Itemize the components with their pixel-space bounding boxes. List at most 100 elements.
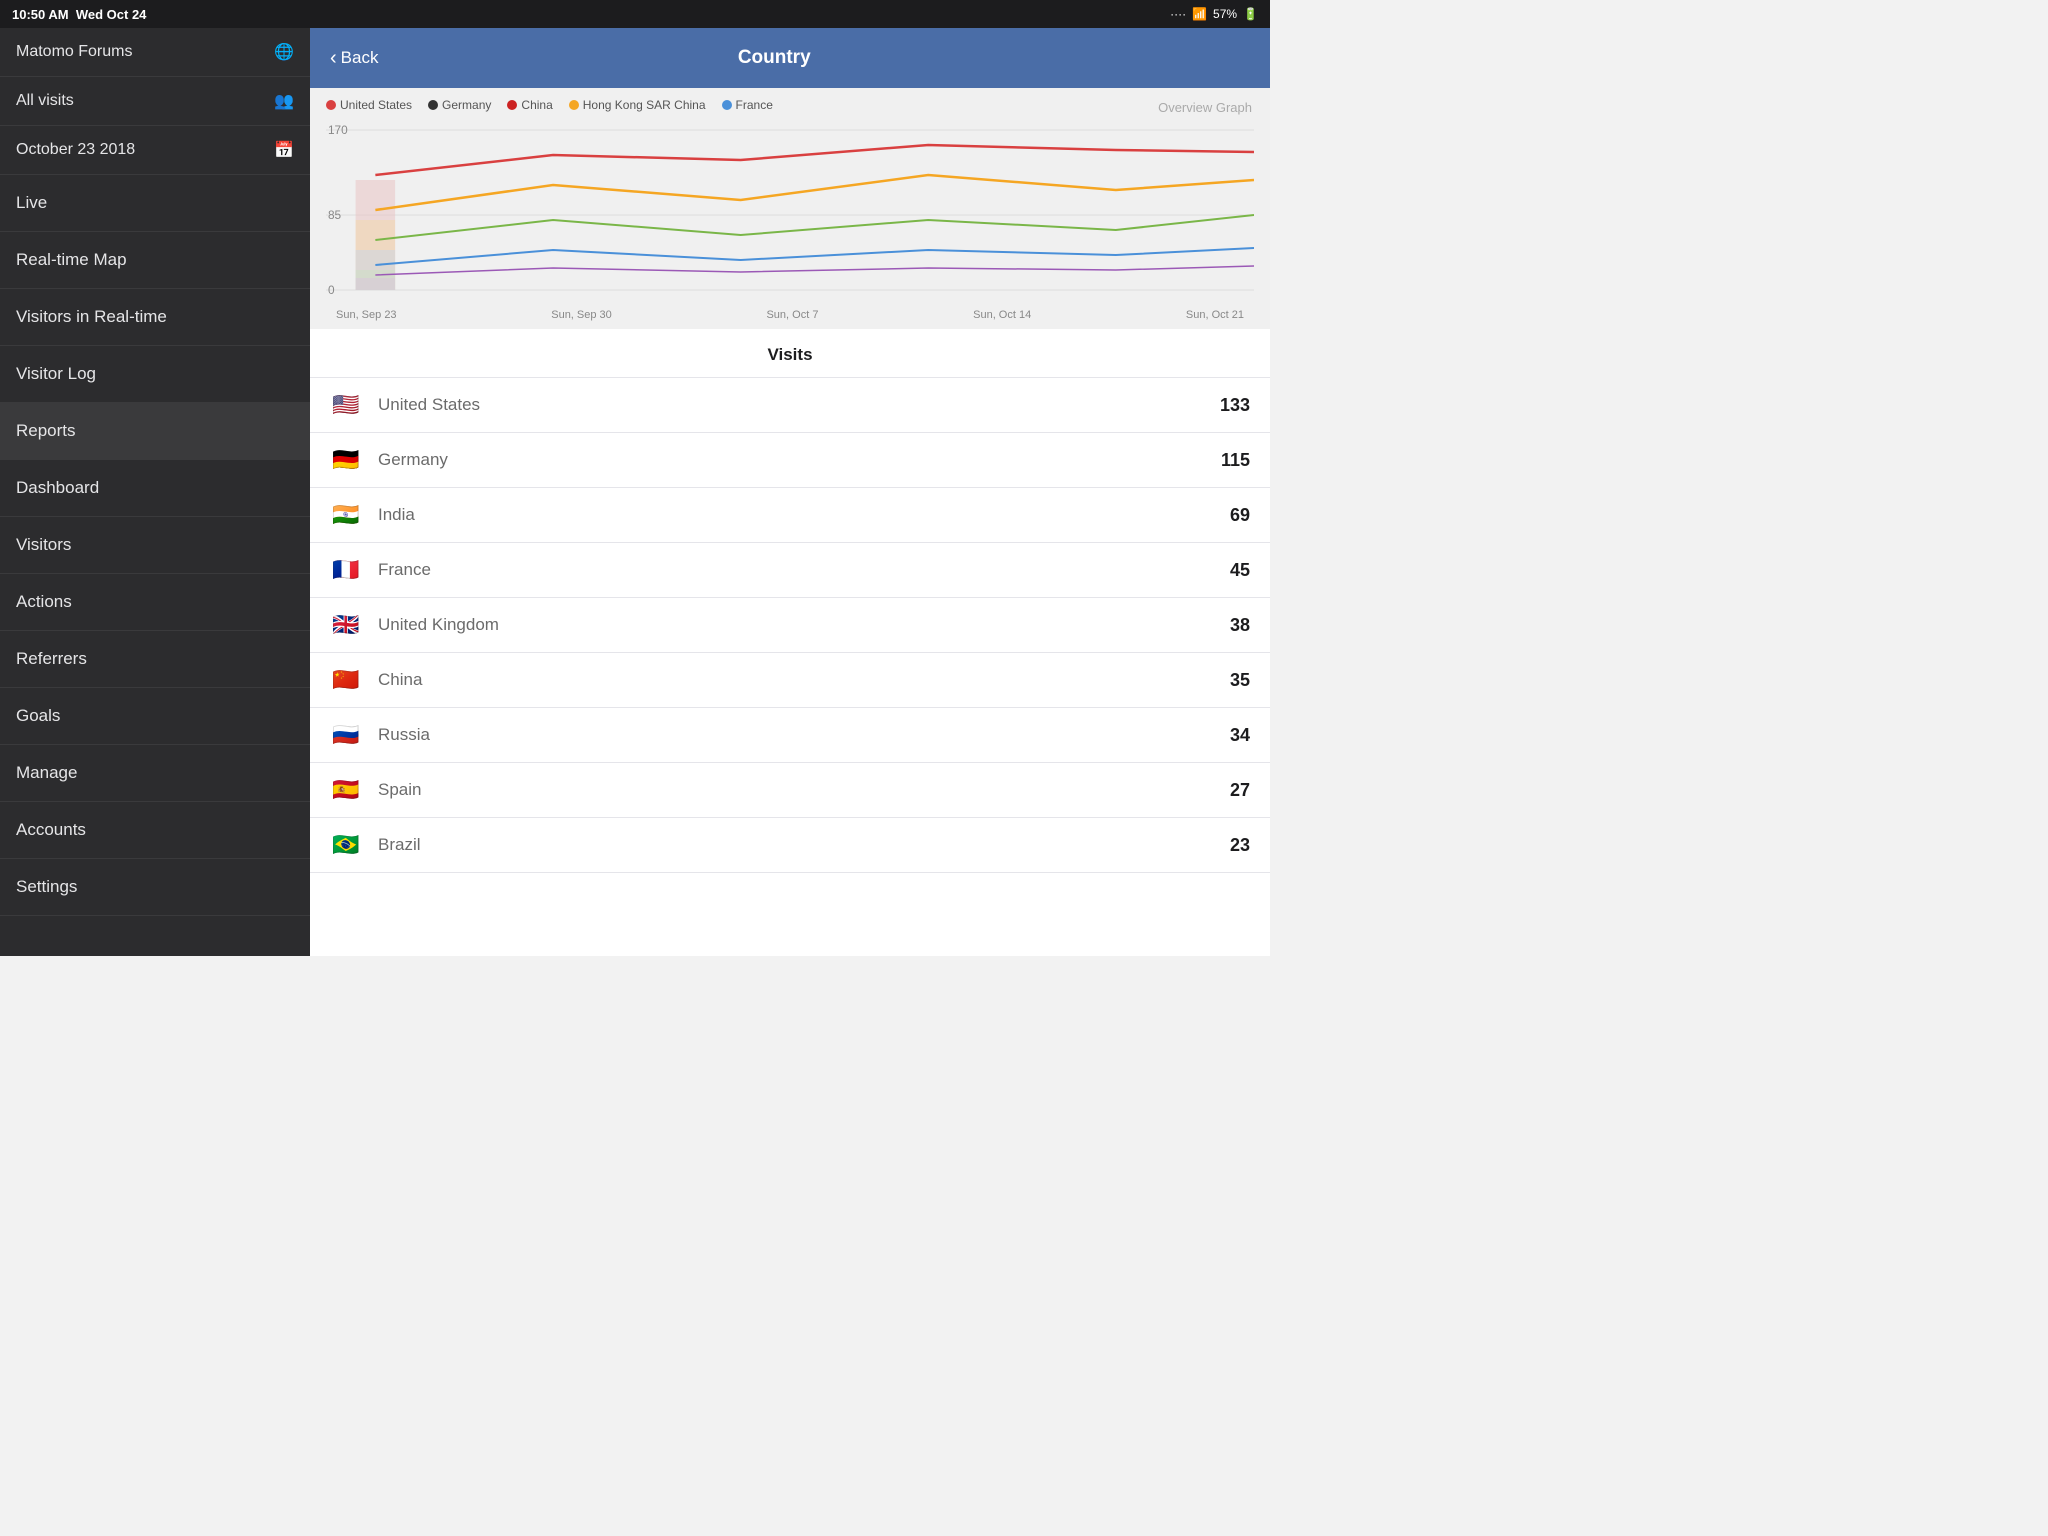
battery-level: 57% <box>1213 7 1237 21</box>
country-row-us[interactable]: 🇺🇸 United States 133 <box>310 378 1270 433</box>
svg-text:170: 170 <box>328 123 348 137</box>
country-rows: 🇺🇸 United States 133 🇩🇪 Germany 115 🇮🇳 I… <box>310 378 1270 873</box>
calendar-icon: 📅 <box>274 140 294 160</box>
country-name-es: Spain <box>378 780 1230 800</box>
date-label: October 23 2018 <box>16 141 135 159</box>
flag-in: 🇮🇳 <box>330 504 362 526</box>
status-bar: 10:50 AM Wed Oct 24 ···· 📶 57% 🔋 <box>0 0 1270 28</box>
sidebar-item-visitor-log[interactable]: Visitor Log <box>0 346 310 403</box>
sidebar-item-visitors[interactable]: Visitors <box>0 517 310 574</box>
visits-header: Visits <box>310 329 1270 378</box>
wifi-icon: 📶 <box>1192 7 1207 21</box>
country-list: Visits 🇺🇸 United States 133 🇩🇪 Germany 1… <box>310 329 1270 956</box>
flag-ru: 🇷🇺 <box>330 724 362 746</box>
segment-label: All visits <box>16 92 74 110</box>
content-area: ‹ Back Country Overview Graph United Sta… <box>310 28 1270 956</box>
flag-br: 🇧🇷 <box>330 834 362 856</box>
country-row-es[interactable]: 🇪🇸 Spain 27 <box>310 763 1270 818</box>
legend-item-hk: Hong Kong SAR China <box>569 98 706 112</box>
country-name-gb: United Kingdom <box>378 615 1230 635</box>
country-row-cn[interactable]: 🇨🇳 China 35 <box>310 653 1270 708</box>
legend-dot-de <box>428 100 438 110</box>
status-time: 10:50 AM Wed Oct 24 <box>12 7 146 22</box>
country-row-gb[interactable]: 🇬🇧 United Kingdom 38 <box>310 598 1270 653</box>
chevron-left-icon: ‹ <box>330 47 337 70</box>
chart-x-label: Sun, Oct 7 <box>766 309 818 321</box>
country-visits-ru: 34 <box>1230 725 1250 746</box>
chart-x-label: Sun, Oct 14 <box>973 309 1031 321</box>
sidebar-item-dashboard[interactable]: Dashboard <box>0 460 310 517</box>
chart-svg: 170 85 0 <box>326 120 1254 305</box>
legend-dot-cn <box>507 100 517 110</box>
legend-item-us: United States <box>326 98 412 112</box>
back-button[interactable]: ‹ Back <box>330 47 378 70</box>
legend-label-cn: China <box>521 98 552 112</box>
country-name-cn: China <box>378 670 1230 690</box>
chart-container: Overview Graph United States Germany China… <box>310 88 1270 329</box>
flag-fr: 🇫🇷 <box>330 559 362 581</box>
sidebar: Matomo Forums 🌐 All visits 👥 October 23 … <box>0 28 310 956</box>
app-name: Matomo Forums <box>16 43 132 61</box>
country-name-de: Germany <box>378 450 1221 470</box>
legend-label-fr: France <box>736 98 773 112</box>
country-row-ru[interactable]: 🇷🇺 Russia 34 <box>310 708 1270 763</box>
legend-dot-fr <box>722 100 732 110</box>
sidebar-item-actions[interactable]: Actions <box>0 574 310 631</box>
country-visits-in: 69 <box>1230 505 1250 526</box>
country-visits-fr: 45 <box>1230 560 1250 581</box>
sidebar-item-visitors-realtime[interactable]: Visitors in Real-time <box>0 289 310 346</box>
legend-label-de: Germany <box>442 98 491 112</box>
country-name-ru: Russia <box>378 725 1230 745</box>
sidebar-item-goals[interactable]: Goals <box>0 688 310 745</box>
legend-label-us: United States <box>340 98 412 112</box>
country-row-in[interactable]: 🇮🇳 India 69 <box>310 488 1270 543</box>
flag-gb: 🇬🇧 <box>330 614 362 636</box>
flag-us: 🇺🇸 <box>330 394 362 416</box>
svg-text:85: 85 <box>328 208 342 222</box>
status-right: ···· 📶 57% 🔋 <box>1170 7 1258 21</box>
segment-selector[interactable]: All visits 👥 <box>0 77 310 126</box>
sidebar-nav: LiveReal-time MapVisitors in Real-timeVi… <box>0 175 310 916</box>
sidebar-item-settings[interactable]: Settings <box>0 859 310 916</box>
country-name-in: India <box>378 505 1230 525</box>
country-visits-us: 133 <box>1220 395 1250 416</box>
flag-de: 🇩🇪 <box>330 449 362 471</box>
globe-icon: 🌐 <box>274 42 294 62</box>
flag-es: 🇪🇸 <box>330 779 362 801</box>
back-label: Back <box>341 48 379 68</box>
country-name-us: United States <box>378 395 1220 415</box>
country-row-br[interactable]: 🇧🇷 Brazil 23 <box>310 818 1270 873</box>
legend-dot-us <box>326 100 336 110</box>
country-name-br: Brazil <box>378 835 1230 855</box>
legend-item-fr: France <box>722 98 773 112</box>
sidebar-item-manage[interactable]: Manage <box>0 745 310 802</box>
sidebar-item-live[interactable]: Live <box>0 175 310 232</box>
country-visits-de: 115 <box>1221 450 1250 471</box>
top-bar: ‹ Back Country <box>310 28 1270 88</box>
chart-legend: United States Germany China Hong Kong SAR C… <box>326 98 1254 112</box>
app-selector[interactable]: Matomo Forums 🌐 <box>0 28 310 77</box>
people-icon: 👥 <box>274 91 294 111</box>
country-visits-gb: 38 <box>1230 615 1250 636</box>
legend-item-cn: China <box>507 98 552 112</box>
date-selector[interactable]: October 23 2018 📅 <box>0 126 310 175</box>
chart-x-label: Sun, Sep 30 <box>551 309 612 321</box>
sidebar-item-realtime-map[interactable]: Real-time Map <box>0 232 310 289</box>
country-visits-cn: 35 <box>1230 670 1250 691</box>
sidebar-item-referrers[interactable]: Referrers <box>0 631 310 688</box>
country-row-fr[interactable]: 🇫🇷 France 45 <box>310 543 1270 598</box>
country-row-de[interactable]: 🇩🇪 Germany 115 <box>310 433 1270 488</box>
chart-x-label: Sun, Oct 21 <box>1186 309 1244 321</box>
signal-icon: ···· <box>1170 7 1186 21</box>
legend-dot-hk <box>569 100 579 110</box>
sidebar-item-reports[interactable]: Reports <box>0 403 310 460</box>
legend-item-de: Germany <box>428 98 491 112</box>
flag-cn: 🇨🇳 <box>330 669 362 691</box>
country-visits-br: 23 <box>1230 835 1250 856</box>
legend-label-hk: Hong Kong SAR China <box>583 98 706 112</box>
overview-label: Overview Graph <box>1158 100 1252 115</box>
sidebar-item-accounts[interactable]: Accounts <box>0 802 310 859</box>
svg-text:0: 0 <box>328 283 335 297</box>
chart-x-label: Sun, Sep 23 <box>336 309 397 321</box>
battery-icon: 🔋 <box>1243 7 1258 21</box>
